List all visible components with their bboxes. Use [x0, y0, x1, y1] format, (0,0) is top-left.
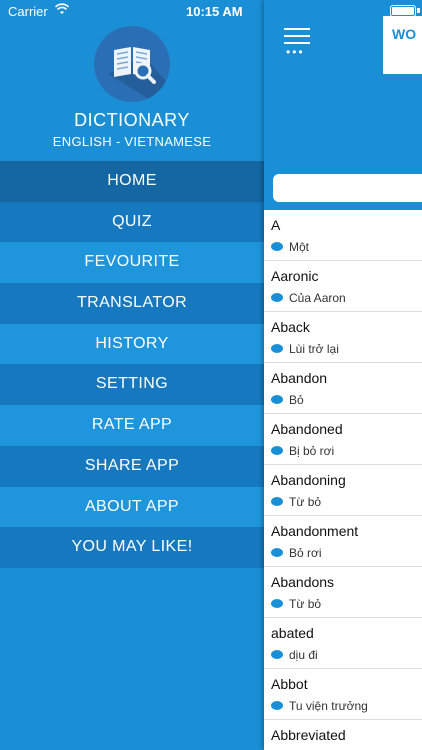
speaker-icon	[271, 395, 283, 404]
menu-item-home[interactable]: HOME	[0, 161, 264, 202]
battery-icon	[390, 5, 416, 17]
menu-item-you-may-like[interactable]: YOU MAY LIKE!	[0, 527, 264, 568]
meaning-text: Lùi trở lại	[289, 342, 339, 356]
speaker-icon	[271, 242, 283, 251]
menu-item-setting[interactable]: SETTING	[0, 364, 264, 406]
word-list: A Một Aaronic Của Aaron Aback Lùi trở lạ…	[264, 210, 422, 750]
meaning-text: Bị bỏ rơi	[289, 444, 335, 458]
word-text: Abandonment	[271, 523, 359, 539]
menu-item-favourite[interactable]: FEVOURITE	[0, 242, 264, 284]
tab-words[interactable]: WO	[383, 16, 422, 74]
list-item[interactable]: Abandoning Từ bỏ	[264, 465, 422, 516]
menu-item-share-app[interactable]: SHARE APP	[0, 445, 264, 487]
list-item[interactable]: Abandons Từ bỏ	[264, 567, 422, 618]
word-text: Abbreviated	[271, 727, 346, 743]
meaning-text: Từ bỏ	[289, 597, 322, 611]
nav-drawer: DICTIONARY ENGLISH - VIETNAMESE HOME QUI…	[0, 0, 264, 750]
battery-tip	[417, 8, 420, 13]
menu-item-translator[interactable]: TRANSLATOR	[0, 283, 264, 324]
list-item[interactable]: Abandon Bỏ	[264, 363, 422, 414]
word-text: Abandons	[271, 574, 335, 590]
speaker-icon	[271, 344, 283, 353]
meaning-text: Của Aaron	[289, 291, 346, 305]
list-item[interactable]: Abbot Tu viện trưởng	[264, 669, 422, 720]
word-text: Abandoning	[271, 472, 346, 488]
word-text: Aback	[271, 319, 310, 335]
app-logo-icon	[94, 26, 170, 102]
list-item[interactable]: Aback Lùi trở lại	[264, 312, 422, 363]
menu-item-rate-app[interactable]: RATE APP	[0, 405, 264, 446]
meaning-text: Từ bỏ	[289, 495, 322, 509]
meaning-text: Tu viện trưởng	[289, 699, 368, 713]
app-title: DICTIONARY	[74, 110, 190, 130]
status-bar: Carrier 10:15 AM	[0, 0, 422, 22]
carrier-label: Carrier	[8, 4, 48, 19]
menu-item-about-app[interactable]: ABOUT APP	[0, 486, 264, 528]
speaker-icon	[271, 701, 283, 710]
speaker-icon	[271, 293, 283, 302]
status-time: 10:15 AM	[186, 4, 243, 19]
tab-words-label: WO	[392, 26, 417, 42]
list-item[interactable]: Aaronic Của Aaron	[264, 261, 422, 312]
meaning-text: Một	[289, 240, 310, 254]
drawer-menu: HOME QUIZ FEVOURITE TRANSLATOR HISTORY S…	[0, 161, 264, 568]
meaning-text: Bỏ rơi	[289, 546, 322, 560]
menu-icon[interactable]: •••	[284, 28, 310, 58]
list-item[interactable]: abated dịu đi	[264, 618, 422, 669]
list-item[interactable]: A Một	[264, 210, 422, 261]
list-item[interactable]: Abandonment Bỏ rơi	[264, 516, 422, 567]
word-text: abated	[271, 625, 314, 641]
word-text: Aaronic	[271, 268, 319, 284]
speaker-icon	[271, 548, 283, 557]
search-input[interactable]	[273, 174, 422, 202]
main-header: ••• WO	[264, 0, 422, 166]
speaker-icon	[271, 446, 283, 455]
word-text: Abbot	[271, 676, 308, 692]
menu-item-history[interactable]: HISTORY	[0, 323, 264, 365]
meaning-text: dịu đi	[289, 648, 318, 662]
meaning-text: Bỏ	[289, 393, 304, 407]
list-item[interactable]: Abandoned Bị bỏ rơi	[264, 414, 422, 465]
speaker-icon	[271, 599, 283, 608]
word-text: Abandoned	[271, 421, 343, 437]
app-subtitle: ENGLISH - VIETNAMESE	[52, 134, 212, 149]
word-text: A	[271, 217, 281, 233]
wifi-icon	[55, 3, 69, 14]
speaker-icon	[271, 650, 283, 659]
search-bar	[264, 166, 422, 210]
menu-item-quiz[interactable]: QUIZ	[0, 201, 264, 243]
speaker-icon	[271, 497, 283, 506]
list-item[interactable]: Abbreviated	[264, 720, 422, 750]
word-text: Abandon	[271, 370, 328, 386]
main-panel: ••• WO A Một Aaronic Của Aaron Aback Lùi…	[264, 0, 422, 750]
